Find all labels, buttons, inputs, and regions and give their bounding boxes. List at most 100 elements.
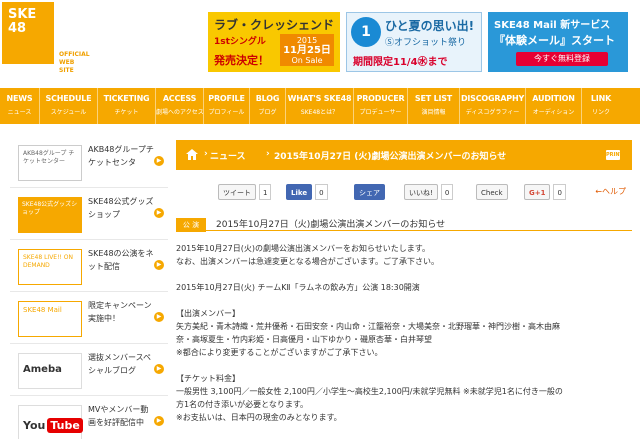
chevron-right-icon: ▶ [154, 312, 164, 322]
gplus-button[interactable]: G+1 0 [524, 184, 566, 200]
logo-text-48: 48 [8, 21, 27, 36]
youtube-logo: You Tube [18, 405, 83, 439]
number-one-badge: 1 [351, 17, 381, 47]
nav-setlist[interactable]: SET LIST 演目情報 [408, 88, 460, 124]
nav-label-ja: プロデューサー [359, 109, 402, 116]
social-share-bar: ツイート 1 Like 0 シェア いいね! 0 Check G+1 0 ←ヘルプ [218, 184, 626, 202]
members-line: 奈・高塚夏生・竹内彩姫・日高優月・山下ゆかり・磯原杏華・白井琴望 [176, 335, 432, 344]
mixi-check-button[interactable]: Check [476, 184, 508, 200]
fb-like-button[interactable]: Like 0 [286, 184, 328, 200]
nav-label-ja: 演目情報 [421, 109, 446, 116]
breadcrumb: › ニュース › 2015年10月27日 (火)劇場公演出演メンバーのお知らせ … [176, 140, 632, 170]
date-day: 11月25日 [283, 45, 331, 56]
ticket-heading: 【チケット料金】 [176, 374, 240, 383]
nav-label-en: BLOG [255, 94, 280, 103]
breadcrumb-current: 2015年10月27日 (火)劇場公演出演メンバーのお知らせ [274, 152, 507, 162]
nav-whats-ske48[interactable]: WHAT'S SKE48 SKE48とは？ [286, 88, 354, 124]
sidebar-item-live-on-demand[interactable]: SKE48 LIVE!! ON DEMAND SKE48の公演をネット配信 ▶ [10, 240, 168, 292]
nav-ticketing[interactable]: TICKETING チケット [98, 88, 156, 124]
fb-like-count: 0 [315, 184, 328, 200]
members-line: 矢方美紀・青木詩織・荒井優希・石田安奈・内山命・江籠裕奈・大場美奈・北野瑠華・神… [176, 322, 560, 331]
gplus-count: 0 [553, 184, 566, 200]
banner-love-title: ラブ・クレッシェンド [214, 18, 335, 32]
nav-label-en: DISCOGRAPHY [460, 94, 525, 103]
breadcrumb-separator: › [204, 149, 208, 159]
banner-love-date: 2015 11月25日 On Sale [280, 34, 334, 66]
logo-box: SKE 48 [2, 2, 54, 64]
banner-natsu-title: ひと夏の思い出! [385, 19, 475, 33]
ske48-logo[interactable]: SKE 48 OFFICIAL WEB SITE [2, 2, 90, 77]
chevron-right-icon: ▶ [154, 260, 164, 270]
fb-like-label: Like [286, 184, 313, 200]
nav-label-en: AUDITION [532, 94, 575, 103]
nav-label-en: SCHEDULE [45, 94, 92, 103]
sidebar-item-youtube[interactable]: You Tube MVやメンバー動画を好評配信中 ▶ [10, 396, 168, 439]
global-nav: NEWS ニュース SCHEDULE スケジュール TICKETING チケット AC… [0, 88, 640, 124]
nav-audition[interactable]: AUDITION オーディション [526, 88, 582, 124]
nav-link[interactable]: LINK リンク [582, 88, 620, 124]
nav-news[interactable]: NEWS ニュース [0, 88, 40, 124]
home-icon[interactable] [186, 149, 198, 160]
members-heading: 【出演メンバー】 [176, 309, 240, 318]
nav-producer[interactable]: PRODUCER プロデューサー [354, 88, 408, 124]
ske48-mail-logo: SKE48 Mail [18, 301, 82, 337]
live-on-demand-logo: SKE48 LIVE!! ON DEMAND [18, 249, 82, 285]
title-divider [176, 230, 632, 231]
nav-schedule[interactable]: SCHEDULE スケジュール [40, 88, 98, 124]
sidebar-item-ameba[interactable]: Ameba 選抜メンバースペシャルブログ ▶ [10, 344, 168, 396]
goods-shop-logo: SKE48公式グッズショップ [18, 197, 82, 233]
nav-access[interactable]: ACCESS 劇場へのアクセス [156, 88, 204, 124]
main-content: › ニュース › 2015年10月27日 (火)劇場公演出演メンバーのお知らせ … [176, 140, 632, 439]
article-header: 公 演 2015年10月27日（火)劇場公演出演メンバーのお知らせ [176, 218, 632, 236]
sidebar-item-label: AKB48グループチケットセンタ [88, 145, 154, 167]
date-year: 2015 [296, 36, 318, 45]
nav-label-ja: SKE48とは？ [300, 109, 339, 116]
check-label: Check [476, 184, 508, 200]
nav-profile[interactable]: PROFILE プロフィール [204, 88, 250, 124]
tweet-count: 1 [259, 184, 272, 200]
nav-label-ja: ニュース [7, 109, 32, 116]
sidebar-item-ske48-mail[interactable]: SKE48 Mail 限定キャンペーン実施中！ ▶ [10, 292, 168, 344]
nav-label-en: TICKETING [103, 94, 150, 103]
nav-label-en: PROFILE [208, 94, 245, 103]
banner-love-line3: 発売決定！ [214, 54, 269, 67]
sidebar-item-goods-shop[interactable]: SKE48公式グッズショップ SKE48公式グッズショップ ▶ [10, 188, 168, 240]
banner-love-line2: 1stシングル [214, 37, 266, 47]
nav-label-ja: ディスコグラフィー [465, 109, 520, 116]
banner-mail-register-button[interactable]: 今すぐ無料登録 [516, 52, 608, 66]
nav-label-ja: チケット [114, 109, 139, 116]
intro-line: 2015年10月27日(火)の劇場公演出演メンバーをお知らせいたします。 [176, 244, 430, 253]
nav-label-ja: リンク [591, 109, 610, 116]
nav-label-en: SET LIST [414, 94, 453, 103]
chevron-right-icon: ▶ [154, 364, 164, 374]
sidebar: AKB48グループ チケットセンター AKB48グループチケットセンタ ▶ SK… [10, 136, 168, 439]
fb-share-button[interactable]: シェア [354, 184, 385, 200]
hatena-iine-button[interactable]: いいね! 0 [404, 184, 454, 200]
iine-count: 0 [440, 184, 454, 200]
sidebar-item-label: 選抜メンバースペシャルブログ [88, 353, 152, 375]
sidebar-item-label: MVやメンバー動画を好評配信中 [88, 405, 149, 427]
print-icon[interactable]: PRINT [606, 150, 623, 160]
tweet-label: ツイート [218, 184, 256, 200]
chevron-right-icon: ▶ [154, 156, 164, 166]
banner-natsu-period: 期間限定11/4㊌まで [353, 57, 448, 68]
date-note: On Sale [291, 56, 323, 65]
banner-offshot[interactable]: 1 ひと夏の思い出! Ⓢオフショット祭り 期間限定11/4㊌まで [346, 12, 482, 72]
nav-label-en: WHAT'S SKE48 [287, 94, 352, 103]
nav-label-ja: スケジュール [50, 109, 87, 116]
chevron-right-icon: ▶ [154, 208, 164, 218]
banner-ske48-mail[interactable]: SKE48 Mail 新サービス 『体験メール』スタート 今すぐ無料登録 [488, 12, 628, 72]
banner-love-crescendo[interactable]: ラブ・クレッシェンド 1stシングル 発売決定！ 2015 11月25日 On … [208, 12, 340, 72]
tweet-button[interactable]: ツイート 1 [218, 184, 272, 200]
members-note: ※都合により変更することがございますがご了承下さい。 [176, 348, 383, 357]
logo-text-ske: SKE [8, 7, 37, 22]
intro-line: なお、出演メンバーは急遽変更となる場合がございます。ご了承下さい。 [176, 257, 439, 266]
ameba-logo: Ameba [18, 353, 82, 389]
help-link[interactable]: ←ヘルプ [595, 186, 626, 197]
breadcrumb-news[interactable]: ニュース [210, 149, 246, 162]
nav-discography[interactable]: DISCOGRAPHY ディスコグラフィー [460, 88, 526, 124]
nav-blog[interactable]: BLOG ブログ [250, 88, 286, 124]
sidebar-item-ticket-center[interactable]: AKB48グループ チケットセンター AKB48グループチケットセンタ ▶ [10, 136, 168, 188]
nav-label-en: LINK [590, 94, 612, 103]
sidebar-item-label: SKE48公式グッズショップ [88, 197, 154, 219]
